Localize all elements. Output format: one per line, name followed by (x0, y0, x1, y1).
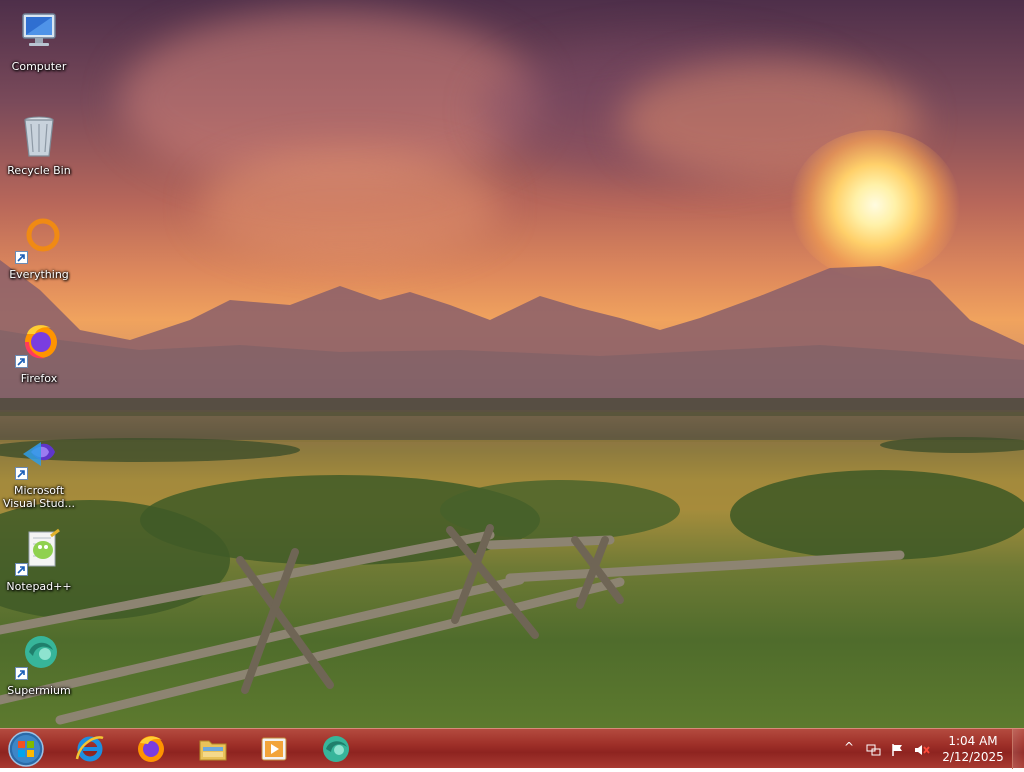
desktop-icon-supermium[interactable]: Supermium (0, 632, 78, 697)
taskbar: ^ 1:04 AM 2/12/2025 (0, 728, 1024, 769)
shortcut-arrow-icon (15, 251, 28, 264)
system-tray: ^ (840, 729, 940, 769)
taskbar-firefox[interactable] (123, 731, 179, 767)
volume-muted-icon[interactable] (914, 742, 930, 756)
file-explorer-icon (199, 740, 227, 761)
show-desktop-button[interactable] (1012, 729, 1024, 769)
desktop-icon-label: Everything (9, 268, 69, 281)
visual-studio-icon (15, 432, 63, 480)
desktop-icon-label: Recycle Bin (7, 164, 71, 177)
notepad-plus-plus-icon (15, 528, 63, 576)
action-center-flag-icon[interactable] (890, 742, 906, 756)
internet-explorer-icon (75, 736, 104, 762)
desktop-icon-label: Microsoft Visual Stud... (2, 484, 76, 510)
desktop-icon-visual-studio[interactable]: Microsoft Visual Stud... (0, 432, 78, 510)
desktop-icon-label: Firefox (20, 372, 58, 385)
taskbar-internet-explorer[interactable] (62, 731, 118, 767)
firefox-icon (15, 320, 63, 368)
shortcut-arrow-icon (15, 563, 28, 576)
recycle-bin-icon (15, 112, 63, 160)
desktop-icon-computer[interactable]: Computer (0, 8, 78, 73)
media-player-icon (261, 737, 287, 761)
clock[interactable]: 1:04 AM 2/12/2025 (938, 733, 1008, 765)
shortcut-arrow-icon (15, 667, 28, 680)
clock-date: 2/12/2025 (942, 750, 1004, 764)
desktop-icon-firefox[interactable]: Firefox (0, 320, 78, 385)
firefox-icon (138, 736, 164, 762)
supermium-icon (323, 736, 349, 762)
everything-icon (15, 216, 63, 264)
desktop-icon-label: Notepad++ (6, 580, 72, 593)
desktop-icon-label: Computer (11, 60, 67, 73)
taskbar-media-player[interactable] (246, 731, 302, 767)
taskbar-supermium[interactable] (308, 731, 364, 767)
desktop-icon-label: Supermium (7, 684, 71, 697)
shortcut-arrow-icon (15, 355, 28, 368)
network-icon[interactable] (866, 742, 882, 756)
show-hidden-icons-button[interactable]: ^ (844, 740, 854, 754)
taskbar-file-explorer[interactable] (185, 731, 241, 767)
supermium-icon (15, 632, 63, 680)
windows-start-orb-icon (8, 731, 44, 767)
desktop-icon-notepad-plus-plus[interactable]: Notepad++ (0, 528, 78, 593)
start-button[interactable] (6, 730, 46, 768)
desktop-wallpaper (0, 0, 1024, 728)
desktop-icon-everything[interactable]: Everything (0, 216, 78, 281)
shortcut-arrow-icon (15, 467, 28, 480)
desktop-icon-recycle-bin[interactable]: Recycle Bin (0, 112, 78, 177)
clock-time: 1:04 AM (948, 734, 998, 748)
computer-icon (15, 8, 63, 56)
